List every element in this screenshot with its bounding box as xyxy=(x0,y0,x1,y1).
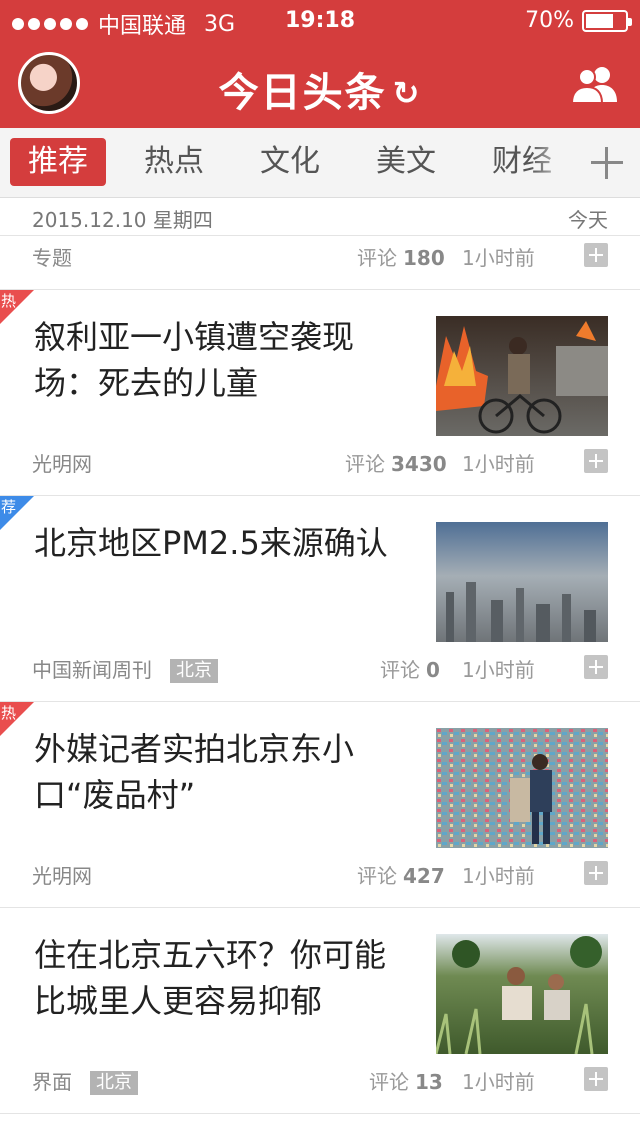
add-icon[interactable] xyxy=(584,449,608,473)
comment-number: 13 xyxy=(415,1070,443,1094)
status-bar: 中国联通 3G 19:18 70% xyxy=(0,0,640,40)
publish-time: 1小时前 xyxy=(462,658,535,682)
publish-time: 1小时前 xyxy=(462,864,535,888)
article-thumbnail[interactable] xyxy=(436,728,608,848)
badge-label: 荐 xyxy=(1,498,17,516)
comment-number: 180 xyxy=(403,246,445,270)
add-channel-icon[interactable] xyxy=(574,128,640,197)
app-title: 今日头条 ↻ xyxy=(0,60,640,118)
publish-time: 1小时前 xyxy=(462,1070,535,1094)
article-source: 中国新闻周刊 北京 xyxy=(32,654,218,683)
comment-number: 0 xyxy=(426,658,440,682)
comment-count: 评论 3430 xyxy=(345,448,447,477)
comment-label: 评论 xyxy=(345,452,385,476)
comment-label: 评论 xyxy=(369,1070,409,1094)
tab-culture[interactable]: 文化 xyxy=(242,138,338,186)
article-source-name: 中国新闻周刊 xyxy=(32,658,152,682)
location-tag[interactable]: 北京 xyxy=(90,1071,138,1095)
topic-row[interactable]: 专题 评论 180 1小时前 xyxy=(0,236,640,290)
add-icon[interactable] xyxy=(584,655,608,679)
tab-essay[interactable]: 美文 xyxy=(358,138,454,186)
friends-icon[interactable] xyxy=(570,64,620,104)
article-title[interactable]: 北京地区PM2.5来源确认 xyxy=(34,520,404,566)
article-item[interactable]: 住在北京五六环？你可能比城里人更容易抑郁 界面 北京 评论 13 1小时前 xyxy=(0,908,640,1114)
add-icon[interactable] xyxy=(584,243,608,267)
app-header: 中国联通 3G 19:18 70% 今日头条 ↻ xyxy=(0,0,640,128)
tab-recommend[interactable]: 推荐 xyxy=(10,138,106,186)
article-item[interactable]: 荐 北京地区PM2.5来源确认 中国新闻周刊 北京 评论 0 1小时前 xyxy=(0,496,640,702)
comment-count: 评论 0 xyxy=(380,654,440,683)
article-item[interactable]: 热 外媒记者实拍北京东小口“废品村” 光明网 评论 427 1小时前 xyxy=(0,702,640,908)
article-title[interactable]: 住在北京五六环？你可能比城里人更容易抑郁 xyxy=(34,932,404,1024)
date-text: 2015.12.10 星期四 xyxy=(32,208,213,232)
article-source: 光明网 xyxy=(32,864,92,888)
badge-label: 热 xyxy=(1,704,17,722)
article-item[interactable]: 热 叙利亚一小镇遭空袭现场：死去的儿童 光明网 评论 3430 1小时前 xyxy=(0,290,640,496)
comment-label: 评论 xyxy=(380,658,420,682)
comment-count: 评论 427 xyxy=(357,860,445,889)
comment-number: 3430 xyxy=(391,452,447,476)
comment-count: 评论 13 xyxy=(369,1066,443,1095)
article-source: 界面 北京 xyxy=(32,1066,138,1095)
publish-time: 1小时前 xyxy=(462,452,535,476)
battery-percent: 70% xyxy=(525,8,574,33)
add-icon[interactable] xyxy=(584,861,608,885)
article-thumbnail[interactable] xyxy=(436,522,608,642)
date-bar: 2015.12.10 星期四 今天 xyxy=(0,198,640,236)
battery-icon xyxy=(582,9,632,32)
comment-label: 评论 xyxy=(357,246,397,270)
article-thumbnail[interactable] xyxy=(436,934,608,1054)
publish-time: 1小时前 xyxy=(462,246,535,270)
refresh-icon[interactable]: ↻ xyxy=(393,74,422,112)
tab-hot[interactable]: 热点 xyxy=(126,138,222,186)
article-source-name: 界面 xyxy=(32,1070,72,1094)
topic-source: 专题 xyxy=(32,246,72,270)
comment-number: 427 xyxy=(403,864,445,888)
article-source: 光明网 xyxy=(32,452,92,476)
app-title-text: 今日头条 xyxy=(218,70,387,116)
tabs-fade xyxy=(530,128,574,197)
badge-label: 热 xyxy=(1,292,17,310)
status-right: 70% xyxy=(525,8,632,33)
category-tabs: 推荐 热点 文化 美文 财经 xyxy=(0,128,640,198)
comment-count: 评论 180 xyxy=(357,242,445,271)
article-title[interactable]: 外媒记者实拍北京东小口“废品村” xyxy=(34,726,404,818)
location-tag[interactable]: 北京 xyxy=(170,659,218,683)
add-icon[interactable] xyxy=(584,1067,608,1091)
today-label: 今天 xyxy=(568,208,608,232)
article-title[interactable]: 叙利亚一小镇遭空袭现场：死去的儿童 xyxy=(34,314,404,406)
comment-label: 评论 xyxy=(357,864,397,888)
article-thumbnail[interactable] xyxy=(436,316,608,436)
